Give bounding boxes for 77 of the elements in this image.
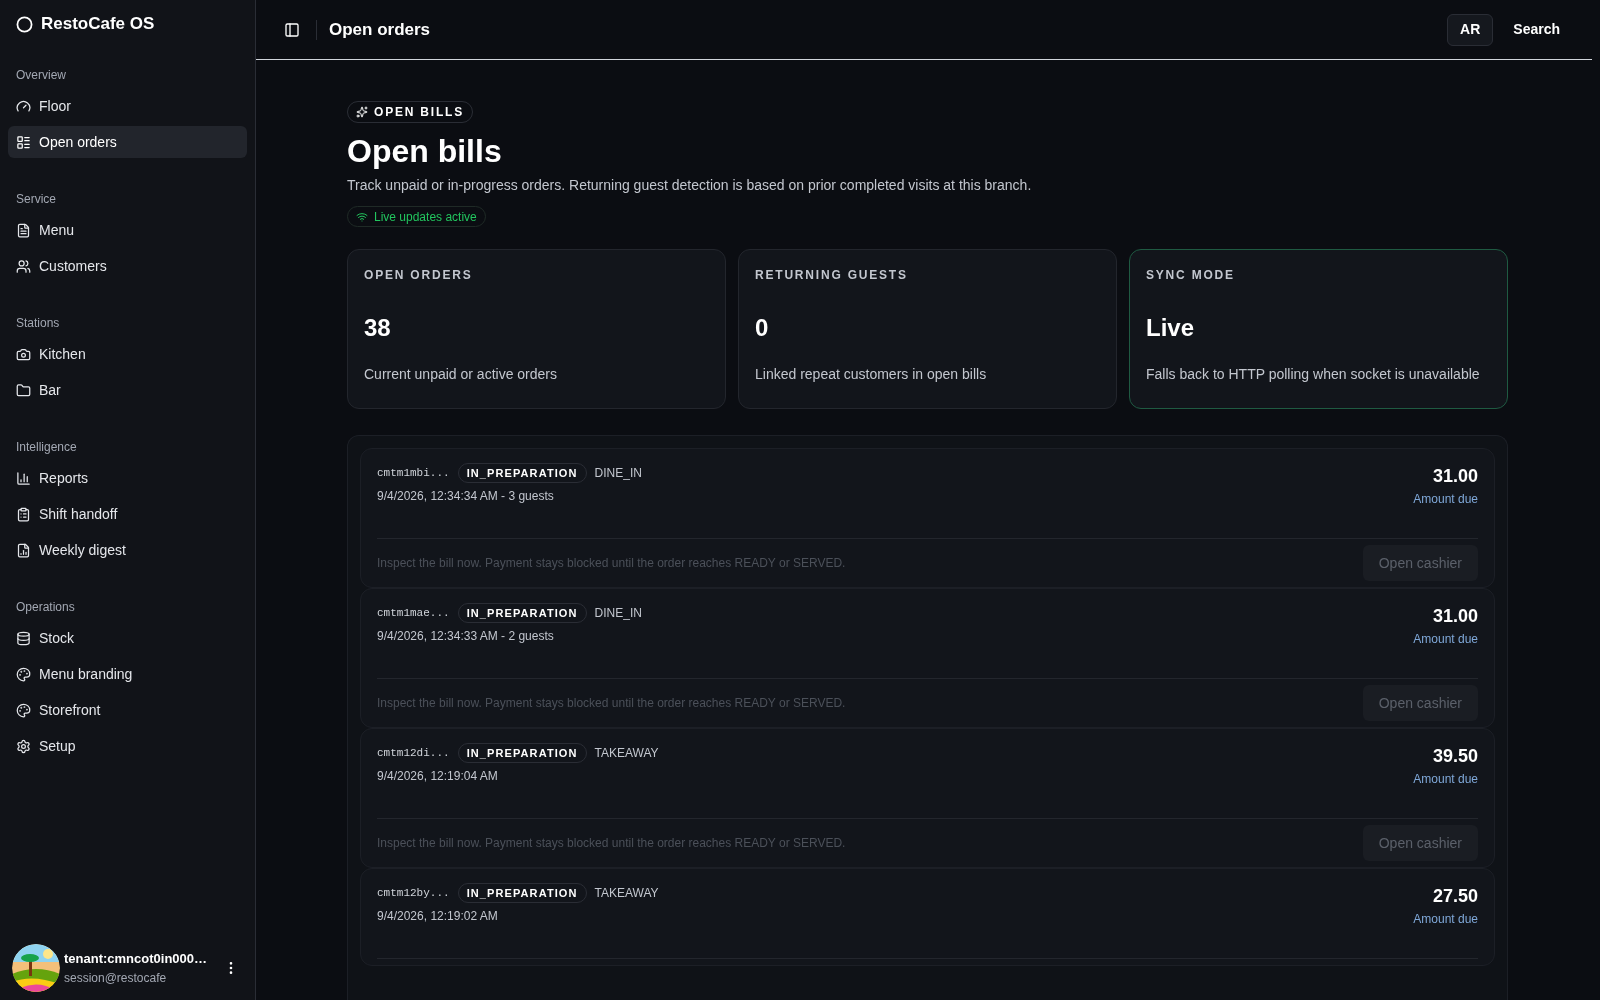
nav-item[interactable]: Floor <box>8 90 247 122</box>
bar-chart-icon <box>16 470 31 486</box>
search-button[interactable]: Search <box>1505 19 1568 40</box>
order-type: TAKEAWAY <box>594 745 659 762</box>
description: Track unpaid or in-progress orders. Returning guest detection is based on prior completed visits at this branch. <box>347 176 1033 195</box>
order-meta: 9/4/2026, 12:19:04 AM <box>377 768 499 785</box>
order-meta: 9/4/2026, 12:19:02 AM <box>377 908 499 925</box>
folder-icon <box>16 382 31 398</box>
settings-icon <box>16 738 31 754</box>
nav-item[interactable]: Menu branding <box>8 658 247 690</box>
page-title: Open orders <box>329 18 431 41</box>
nav-section-title: Overview <box>15 67 67 84</box>
user-email: session@restocafe <box>64 969 168 987</box>
nav-item[interactable]: Weekly digest <box>8 534 247 566</box>
stat-caption: Current unpaid or active orders <box>364 365 558 384</box>
stat-label: OPEN ORDERS <box>364 267 474 284</box>
order-id: cmtm1mbi... <box>377 465 450 481</box>
nav-item[interactable]: Shift handoff <box>8 498 247 530</box>
amount: 27.50 <box>1432 885 1478 908</box>
stat-label: SYNC MODE <box>1146 267 1236 284</box>
nav-item[interactable]: Bar <box>8 374 247 406</box>
clipboard-icon <box>16 506 31 522</box>
heading: Open bills <box>347 132 503 171</box>
palette-icon <box>16 702 31 718</box>
order-type: DINE_IN <box>594 605 642 622</box>
nav-item[interactable]: Reports <box>8 462 247 494</box>
order-note: Inspect the bill now. Payment stays blocked until the order reaches READY or SERVED. <box>377 555 846 572</box>
amount: 31.00 <box>1432 605 1478 628</box>
nav-item[interactable]: Menu <box>8 214 247 246</box>
stat-value: Live <box>1146 313 1196 343</box>
badge-text: OPEN BILLS <box>374 104 464 121</box>
order-id: cmtm12di... <box>377 745 450 761</box>
amount-label: Amount due <box>1413 771 1478 788</box>
sparkles-icon <box>356 106 368 118</box>
amount-label: Amount due <box>1413 491 1478 508</box>
database-icon <box>16 630 31 646</box>
brand-name: RestoCafe OS <box>41 13 155 36</box>
nav-item[interactable]: Setup <box>8 730 247 762</box>
order-meta: 9/4/2026, 12:34:34 AM - 3 guests <box>377 488 555 505</box>
order-note: Inspect the bill now. Payment stays blocked until the order reaches READY or SERVED. <box>377 835 846 852</box>
stat-caption: Falls back to HTTP polling when socket is unavailable <box>1146 365 1481 384</box>
chart-document-icon <box>16 542 31 558</box>
users-icon <box>16 258 31 274</box>
document-icon <box>16 222 31 238</box>
order-id: cmtm12by... <box>377 885 450 901</box>
stat-label: RETURNING GUESTS <box>755 267 909 284</box>
amount-label: Amount due <box>1413 911 1478 928</box>
wifi-icon <box>356 210 368 223</box>
amount-label: Amount due <box>1413 631 1478 648</box>
nav-item[interactable]: Kitchen <box>8 338 247 370</box>
nav-section-title: Operations <box>15 599 76 616</box>
list-icon <box>16 134 31 150</box>
nav-section-title: Intelligence <box>15 439 78 456</box>
nav-section-title: Service <box>15 191 57 208</box>
amount: 31.00 <box>1432 465 1478 488</box>
order-meta: 9/4/2026, 12:34:33 AM - 2 guests <box>377 628 555 645</box>
live-status-text: Live updates active <box>374 208 477 226</box>
stat-caption: Linked repeat customers in open bills <box>755 365 988 384</box>
language-button[interactable]: AR <box>1447 13 1494 46</box>
user-name: tenant:cmncot0in000… <box>64 950 209 969</box>
gauge-icon <box>16 98 31 114</box>
camera-icon <box>16 346 31 362</box>
stat-value: 0 <box>755 313 770 343</box>
palette-icon <box>16 666 31 682</box>
order-type: DINE_IN <box>594 465 642 482</box>
nav-item[interactable]: Stock <box>8 622 247 654</box>
nav-item[interactable]: Storefront <box>8 694 247 726</box>
nav-item[interactable]: Customers <box>8 250 247 282</box>
order-type: TAKEAWAY <box>594 885 659 902</box>
sidebar-toggle-icon <box>284 21 300 38</box>
stat-value: 38 <box>364 313 392 343</box>
order-note: Inspect the bill now. Payment stays blocked until the order reaches READY or SERVED. <box>377 695 846 712</box>
logo-icon <box>16 15 33 33</box>
order-id: cmtm1mae... <box>377 605 450 621</box>
amount: 39.50 <box>1432 745 1478 768</box>
nav-section-title: Stations <box>15 315 61 332</box>
nav-item[interactable]: Open orders <box>8 126 247 158</box>
